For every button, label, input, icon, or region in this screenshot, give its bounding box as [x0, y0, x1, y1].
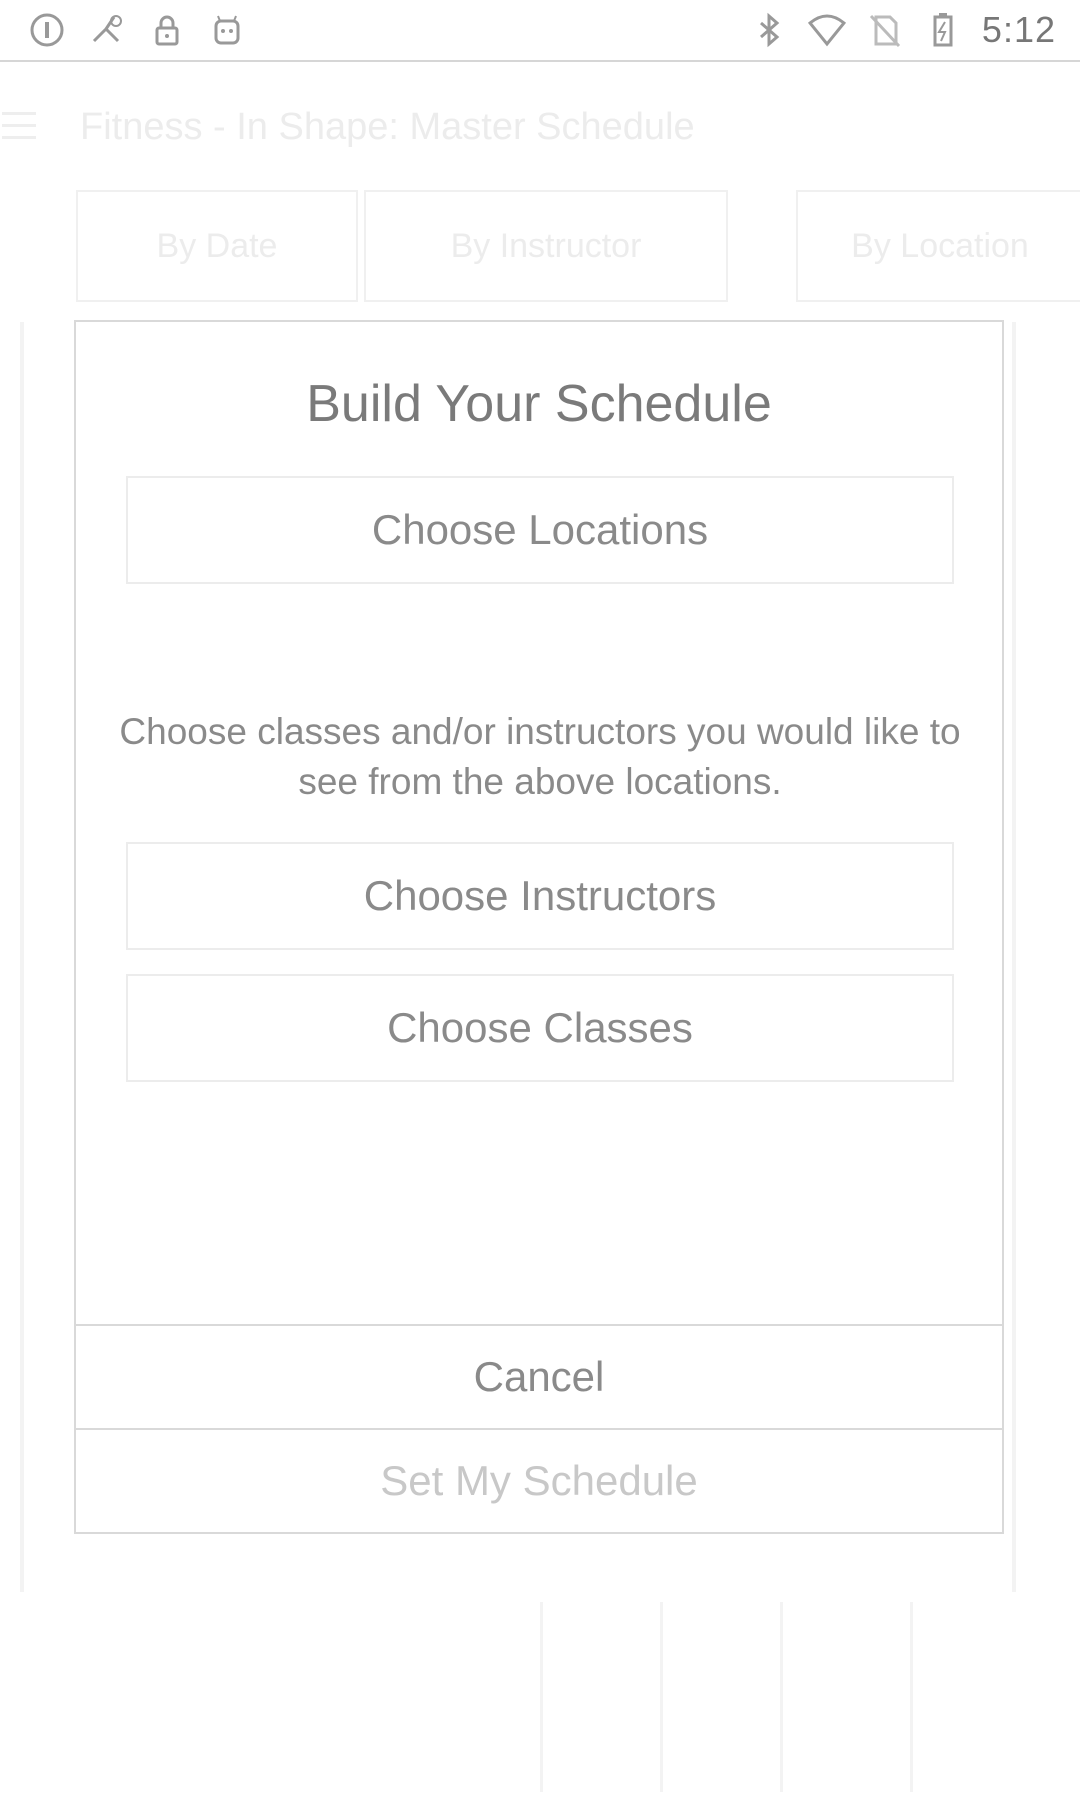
choose-locations-button[interactable]: Choose Locations — [126, 476, 954, 584]
grid-divider — [540, 1602, 543, 1792]
dialog-title: Build Your Schedule — [306, 375, 772, 433]
grid-divider — [910, 1602, 913, 1792]
lock-icon — [148, 11, 186, 49]
tab-by-date: By Date — [76, 190, 358, 302]
android-icon — [208, 11, 246, 49]
grid-divider — [20, 322, 24, 1592]
no-sim-icon — [866, 11, 904, 49]
build-schedule-dialog: Build Your Schedule Choose Locations Cho… — [74, 320, 1004, 1534]
tab-by-location: By Location — [796, 190, 1080, 302]
set-my-schedule-button[interactable]: Set My Schedule — [76, 1428, 1002, 1532]
app-title: Fitness - In Shape: Master Schedule — [80, 106, 695, 148]
bluetooth-icon — [750, 11, 788, 49]
battery-charging-icon — [924, 11, 962, 49]
circle-info-icon — [28, 11, 66, 49]
menu-icon — [2, 112, 36, 142]
status-time: 5:12 — [981, 9, 1056, 50]
screen: 5:12 Fitness - In Shape: Master Schedule… — [0, 0, 1080, 1794]
choose-classes-button[interactable]: Choose Classes — [126, 974, 954, 1082]
status-bar-left — [28, 0, 246, 60]
grid-divider — [1012, 322, 1016, 1592]
tab-by-instructor: By Instructor — [364, 190, 728, 302]
dialog-help-text: Choose classes and/or instructors you wo… — [119, 711, 961, 802]
view-tabs: By Date By Instructor By Location — [76, 190, 1080, 302]
wifi-icon — [807, 11, 846, 49]
choose-instructors-button[interactable]: Choose Instructors — [126, 842, 954, 950]
status-bar-right: 5:12 — [750, 0, 1056, 60]
fake-gps-icon — [88, 11, 126, 49]
grid-divider — [660, 1602, 663, 1792]
grid-divider — [780, 1602, 783, 1792]
status-bar: 5:12 — [0, 0, 1080, 62]
cancel-button[interactable]: Cancel — [76, 1324, 1002, 1428]
